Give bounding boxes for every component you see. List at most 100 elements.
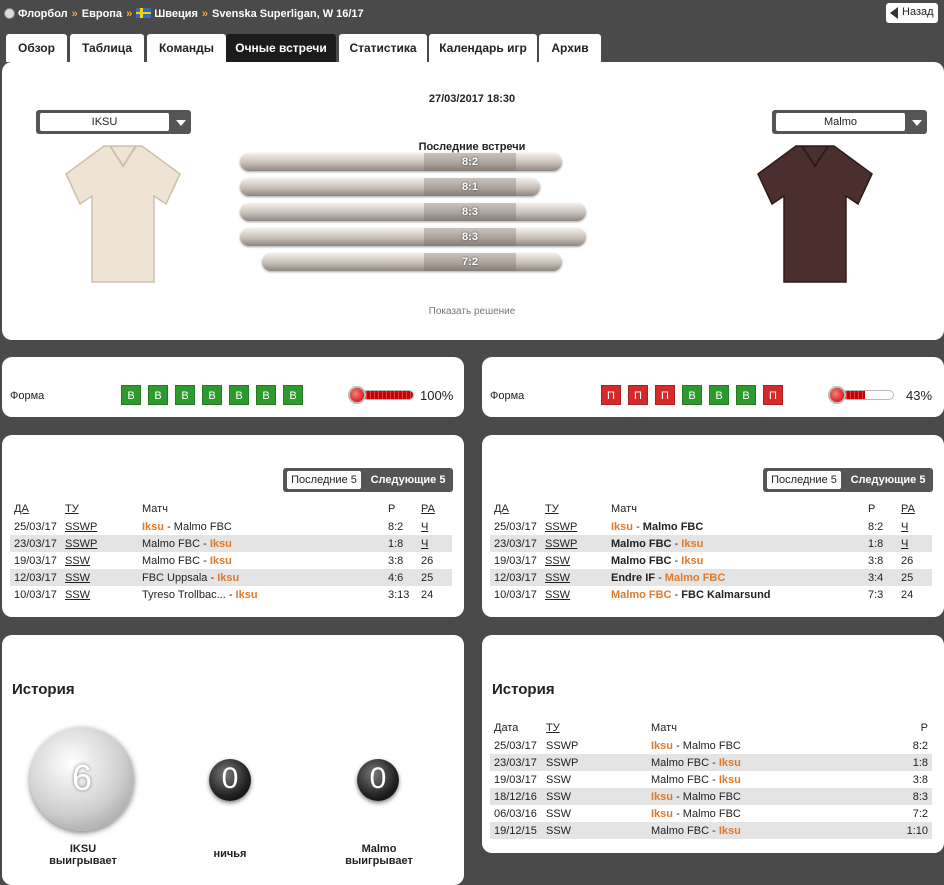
cell-tour[interactable]: SSW	[541, 569, 607, 586]
table-row[interactable]: 10/03/17 SSW Malmo FBC - FBC Kalmarsund 7:3…	[490, 586, 932, 603]
table-row[interactable]: 23/03/17 SSWP Malmo FBC - Iksu 1:8	[490, 754, 932, 771]
home-wins-label: IKSU выигрывает	[33, 843, 133, 867]
column-header-ra[interactable]: РА	[897, 502, 932, 518]
form-result-badge[interactable]: В	[736, 385, 756, 405]
cell-match[interactable]: Malmo FBC - Iksu	[647, 754, 897, 771]
form-result-badge[interactable]: В	[229, 385, 249, 405]
table-row[interactable]: 25/03/17 SSWP Iksu - Malmo FBC 8:2	[490, 737, 932, 754]
cell-tour[interactable]: SSWP	[542, 737, 647, 754]
match-team-home: Iksu	[611, 520, 634, 533]
column-header-tour[interactable]: ТУ	[542, 721, 647, 737]
form-result-badge[interactable]: В	[121, 385, 141, 405]
form-result-badge[interactable]: В	[682, 385, 702, 405]
cell-match[interactable]: Iksu - Malmo FBC	[647, 788, 897, 805]
cell-match[interactable]: Iksu - Malmo FBC	[647, 805, 897, 822]
cell-tour[interactable]: SSW	[61, 569, 138, 586]
table-row[interactable]: 18/12/16 SSW Iksu - Malmo FBC 8:3	[490, 788, 932, 805]
table-row[interactable]: 19/12/15 SSW Malmo FBC - Iksu 1:10	[490, 822, 932, 839]
toggle-next-5[interactable]: Следующие 5	[845, 471, 931, 489]
column-header-date[interactable]: ДА	[10, 502, 61, 518]
tab-teams[interactable]: Команды	[147, 34, 226, 62]
match-team-away: Malmo FBC	[682, 807, 741, 820]
cell-score: 8:2	[912, 739, 928, 752]
cell-tour[interactable]: SSW	[542, 805, 647, 822]
cell-tour[interactable]: SSW	[542, 771, 647, 788]
cell-tour[interactable]: SSW	[541, 586, 607, 603]
home-wins-count: 6	[71, 757, 93, 798]
sweden-flag-icon	[136, 8, 152, 18]
away-team-select[interactable]: Malmo	[772, 110, 927, 134]
table-row[interactable]: 10/03/17 SSW Tyreso Trollbac... - Iksu 3:13…	[10, 586, 452, 603]
table-row[interactable]: 06/03/16 SSW Iksu - Malmo FBC 7:2	[490, 805, 932, 822]
toggle-last-5[interactable]: Последние 5	[767, 471, 841, 489]
cell-match[interactable]: Malmo FBC - Iksu	[138, 535, 384, 552]
column-header-date[interactable]: ДА	[490, 502, 541, 518]
table-row[interactable]: 23/03/17 SSWP Malmo FBC - Iksu 1:8 Ч	[490, 535, 932, 552]
form-result-badge[interactable]: В	[283, 385, 303, 405]
cell-match[interactable]: Iksu - Malmo FBC	[647, 737, 897, 754]
form-result-badge[interactable]: В	[175, 385, 195, 405]
tab-archive[interactable]: Архив	[539, 34, 601, 62]
table-row[interactable]: 19/03/17 SSW Malmo FBC - Iksu 3:8 26	[490, 552, 932, 569]
back-button[interactable]: Назад	[886, 3, 938, 23]
match-team-away: Iksu	[235, 588, 258, 601]
cell-match[interactable]: Iksu - Malmo FBC	[138, 518, 384, 535]
cell-match[interactable]: Malmo FBC - FBC Kalmarsund	[607, 586, 864, 603]
breadcrumb-sport[interactable]: Флорбол	[18, 8, 68, 20]
cell-tour[interactable]: SSWP	[61, 535, 138, 552]
column-header-tour[interactable]: ТУ	[61, 502, 138, 518]
cell-tour[interactable]: SSWP	[541, 535, 607, 552]
tab-table[interactable]: Таблица	[70, 34, 144, 62]
meeting-score: 8:3	[424, 203, 516, 221]
cell-tour[interactable]: SSW	[541, 552, 607, 569]
cell-match[interactable]: Malmo FBC - Iksu	[647, 822, 897, 839]
form-result-badge[interactable]: В	[256, 385, 276, 405]
cell-match[interactable]: Malmo FBC - Iksu	[607, 552, 864, 569]
form-result-badge[interactable]: П	[763, 385, 783, 405]
cell-match[interactable]: Malmo FBC - Iksu	[138, 552, 384, 569]
tab-fixtures[interactable]: Календарь игр	[429, 34, 537, 62]
cell-tour[interactable]: SSWP	[541, 518, 607, 535]
breadcrumb-country[interactable]: Швеция	[154, 8, 198, 20]
form-result-badge[interactable]: П	[655, 385, 675, 405]
form-result-badge[interactable]: В	[202, 385, 222, 405]
cell-tour[interactable]: SSW	[61, 586, 138, 603]
toggle-last-5[interactable]: Последние 5	[287, 471, 361, 489]
breadcrumb-league[interactable]: Svenska Superligan, W 16/17	[212, 8, 364, 20]
cell-match[interactable]: Iksu - Malmo FBC	[607, 518, 864, 535]
table-row[interactable]: 12/03/17 SSW FBC Uppsala - Iksu 4:6 25	[10, 569, 452, 586]
cell-date: 19/03/17	[494, 773, 537, 786]
cell-date: 18/12/16	[490, 788, 542, 805]
table-row[interactable]: 12/03/17 SSW Endre IF - Malmo FBC 3:4 25	[490, 569, 932, 586]
cell-score: 1:10	[897, 822, 932, 839]
cell-match[interactable]: FBC Uppsala - Iksu	[138, 569, 384, 586]
form-result-badge[interactable]: П	[601, 385, 621, 405]
column-header-tour[interactable]: ТУ	[541, 502, 607, 518]
cell-tour[interactable]: SSW	[542, 788, 647, 805]
form-result-badge[interactable]: В	[148, 385, 168, 405]
cell-tour[interactable]: SSW	[542, 822, 647, 839]
cell-match[interactable]: Tyreso Trollbac... - Iksu	[138, 586, 384, 603]
form-result-badge[interactable]: П	[628, 385, 648, 405]
cell-match[interactable]: Malmo FBC - Iksu	[607, 535, 864, 552]
table-row[interactable]: 19/03/17 SSW Malmo FBC - Iksu 3:8 26	[10, 552, 452, 569]
table-row[interactable]: 25/03/17 SSWP Iksu - Malmo FBC 8:2 Ч	[10, 518, 452, 535]
table-row[interactable]: 25/03/17 SSWP Iksu - Malmo FBC 8:2 Ч	[490, 518, 932, 535]
toggle-next-5[interactable]: Следующие 5	[365, 471, 451, 489]
show-solution-link[interactable]: Показать решение	[0, 306, 944, 317]
cell-match[interactable]: Endre IF - Malmo FBC	[607, 569, 864, 586]
cell-match[interactable]: Malmo FBC - Iksu	[647, 771, 897, 788]
home-team-select[interactable]: IKSU	[36, 110, 191, 134]
cell-tour[interactable]: SSW	[61, 552, 138, 569]
cell-tour[interactable]: SSWP	[61, 518, 138, 535]
cell-tour[interactable]: SSWP	[542, 754, 647, 771]
form-result-badge[interactable]: В	[709, 385, 729, 405]
cell-date: 10/03/17	[14, 588, 57, 601]
tab-overview[interactable]: Обзор	[6, 34, 67, 62]
table-row[interactable]: 19/03/17 SSW Malmo FBC - Iksu 3:8	[490, 771, 932, 788]
tab-statistics[interactable]: Статистика	[339, 34, 427, 62]
breadcrumb-region[interactable]: Европа	[82, 8, 122, 20]
column-header-ra[interactable]: РА	[417, 502, 452, 518]
table-row[interactable]: 23/03/17 SSWP Malmo FBC - Iksu 1:8 Ч	[10, 535, 452, 552]
tab-head-to-head[interactable]: Очные встречи	[226, 34, 336, 62]
